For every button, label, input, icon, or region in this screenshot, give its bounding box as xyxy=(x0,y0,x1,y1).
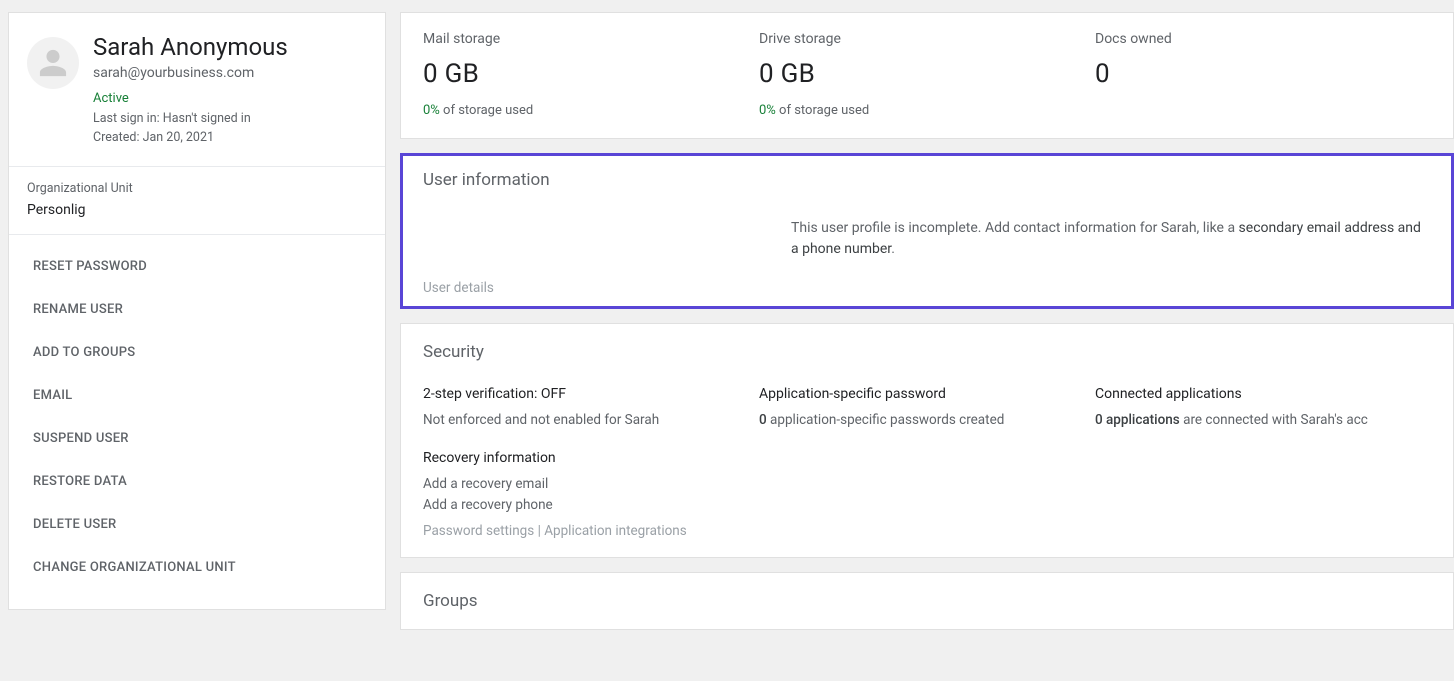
last-signin-value: Hasn't signed in xyxy=(163,111,251,126)
mail-storage-col: Mail storage 0 GB 0% of storage used xyxy=(423,31,759,118)
two-step-col: 2-step verification: OFF Not enforced an… xyxy=(423,386,759,430)
user-name: Sarah Anonymous xyxy=(93,33,367,61)
recovery-label: Recovery information xyxy=(423,450,739,466)
user-email: sarah@yourbusiness.com xyxy=(93,65,367,81)
connected-apps-suffix: are connected with Sarah's acc xyxy=(1180,412,1368,428)
storage-card[interactable]: Mail storage 0 GB 0% of storage used Dri… xyxy=(400,12,1454,139)
drive-storage-pct: 0% xyxy=(759,103,776,118)
rename-user-action[interactable]: RENAME USER xyxy=(9,288,385,331)
drive-storage-suffix: of storage used xyxy=(776,103,869,118)
profile-header: Sarah Anonymous sarah@yourbusiness.com A… xyxy=(9,13,385,166)
asp-count: 0 xyxy=(759,412,767,428)
connected-apps-col: Connected applications 0 applications ar… xyxy=(1095,386,1431,430)
recovery-phone-link[interactable]: Add a recovery phone xyxy=(423,495,739,515)
avatar xyxy=(27,37,79,89)
asp-suffix: application-specific passwords created xyxy=(767,412,1005,428)
main-content: Mail storage 0 GB 0% of storage used Dri… xyxy=(400,12,1454,644)
security-footer-links[interactable]: Password settings | Application integrat… xyxy=(423,523,1431,539)
connected-apps-count: 0 applications xyxy=(1095,412,1180,428)
mail-storage-label: Mail storage xyxy=(423,31,759,47)
user-information-message: This user profile is incomplete. Add con… xyxy=(791,218,1431,260)
delete-user-action[interactable]: DELETE USER xyxy=(9,503,385,546)
email-action[interactable]: EMAIL xyxy=(9,374,385,417)
org-unit-section[interactable]: Organizational Unit Personlig xyxy=(9,166,385,235)
groups-card[interactable]: Groups xyxy=(400,572,1454,630)
mail-storage-pct: 0% xyxy=(423,103,440,118)
connected-apps-sub: 0 applications are connected with Sarah'… xyxy=(1095,410,1411,430)
mail-storage-sub: 0% of storage used xyxy=(423,103,759,118)
groups-title: Groups xyxy=(423,591,1431,611)
two-step-sub: Not enforced and not enabled for Sarah xyxy=(423,410,739,430)
drive-storage-col: Drive storage 0 GB 0% of storage used xyxy=(759,31,1095,118)
add-to-groups-action[interactable]: ADD TO GROUPS xyxy=(9,331,385,374)
docs-owned-label: Docs owned xyxy=(1095,31,1431,47)
mail-storage-suffix: of storage used xyxy=(440,103,533,118)
restore-data-action[interactable]: RESTORE DATA xyxy=(9,460,385,503)
created-value: Jan 20, 2021 xyxy=(143,130,214,145)
asp-col: Application-specific password 0 applicat… xyxy=(759,386,1095,430)
user-information-card[interactable]: User information This user profile is in… xyxy=(400,153,1454,309)
change-org-unit-action[interactable]: CHANGE ORGANIZATIONAL UNIT xyxy=(9,546,385,589)
created-label: Created: xyxy=(93,130,139,145)
person-icon xyxy=(37,47,69,79)
asp-label: Application-specific password xyxy=(759,386,1075,402)
sidebar-card: Sarah Anonymous sarah@yourbusiness.com A… xyxy=(8,12,386,610)
org-unit-label: Organizational Unit xyxy=(27,181,367,196)
org-unit-value: Personlig xyxy=(27,202,367,218)
drive-storage-sub: 0% of storage used xyxy=(759,103,1095,118)
docs-owned-col: Docs owned 0 xyxy=(1095,31,1431,118)
userinfo-msg-a: This user profile is incomplete. Add con… xyxy=(791,220,1239,236)
drive-storage-label: Drive storage xyxy=(759,31,1095,47)
asp-sub: 0 application-specific passwords created xyxy=(759,410,1075,430)
created-date: Created: Jan 20, 2021 xyxy=(93,129,367,148)
drive-storage-value: 0 GB xyxy=(759,59,1095,89)
mail-storage-value: 0 GB xyxy=(423,59,759,89)
reset-password-action[interactable]: RESET PASSWORD xyxy=(9,245,385,288)
security-card[interactable]: Security 2-step verification: OFF Not en… xyxy=(400,323,1454,558)
last-signin-label: Last sign in: xyxy=(93,111,160,126)
user-information-title: User information xyxy=(423,170,1431,190)
two-step-label: 2-step verification: OFF xyxy=(423,386,739,402)
recovery-col: Recovery information Add a recovery emai… xyxy=(423,450,759,515)
suspend-user-action[interactable]: SUSPEND USER xyxy=(9,417,385,460)
recovery-email-link[interactable]: Add a recovery email xyxy=(423,474,739,494)
userinfo-msg-c: . xyxy=(891,241,895,257)
connected-apps-label: Connected applications xyxy=(1095,386,1411,402)
actions-list: RESET PASSWORD RENAME USER ADD TO GROUPS… xyxy=(9,235,385,609)
user-details-link[interactable]: User details xyxy=(423,280,1431,296)
status-badge: Active xyxy=(93,91,367,106)
docs-owned-value: 0 xyxy=(1095,59,1431,89)
security-title: Security xyxy=(423,342,1431,362)
last-signin: Last sign in: Hasn't signed in xyxy=(93,110,367,129)
